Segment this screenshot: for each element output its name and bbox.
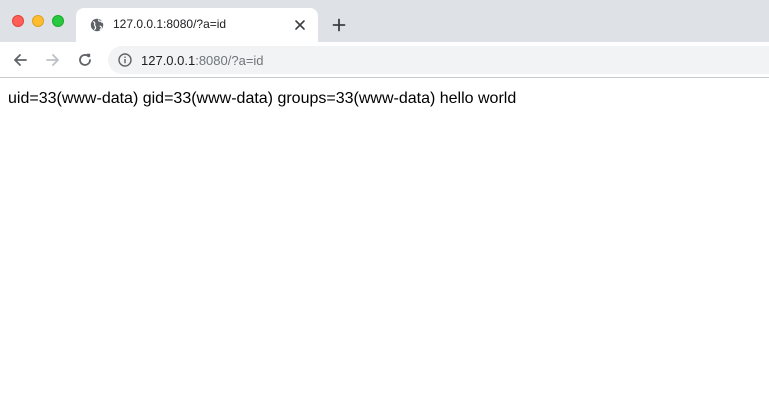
plus-icon[interactable]: [329, 15, 349, 35]
globe-icon: [90, 18, 104, 32]
url-path: :8080/?a=id: [195, 53, 264, 68]
command-output: uid=33(www-data) gid=33(www-data) groups…: [8, 90, 517, 107]
window-minimize-button[interactable]: [32, 15, 44, 27]
window-zoom-button[interactable]: [52, 15, 64, 27]
reload-icon[interactable]: [75, 50, 95, 70]
arrow-left-icon[interactable]: [10, 50, 30, 70]
window-close-button[interactable]: [12, 15, 24, 27]
url-text[interactable]: 127.0.0.1:8080/?a=id: [141, 53, 264, 68]
tab-title: 127.0.0.1:8080/?a=id: [113, 17, 227, 31]
url-host: 127.0.0.1: [141, 53, 196, 68]
address-bar[interactable]: 127.0.0.1:8080/?a=id: [108, 46, 769, 74]
tab-strip: 127.0.0.1:8080/?a=id: [0, 0, 769, 42]
info-icon[interactable]: [118, 53, 132, 67]
browser-toolbar: 127.0.0.1:8080/?a=id: [0, 42, 769, 78]
close-icon[interactable]: [292, 17, 308, 33]
browser-tab[interactable]: 127.0.0.1:8080/?a=id: [76, 8, 318, 42]
page-content: uid=33(www-data) gid=33(www-data) groups…: [0, 79, 769, 409]
arrow-right-icon[interactable]: [43, 50, 63, 70]
